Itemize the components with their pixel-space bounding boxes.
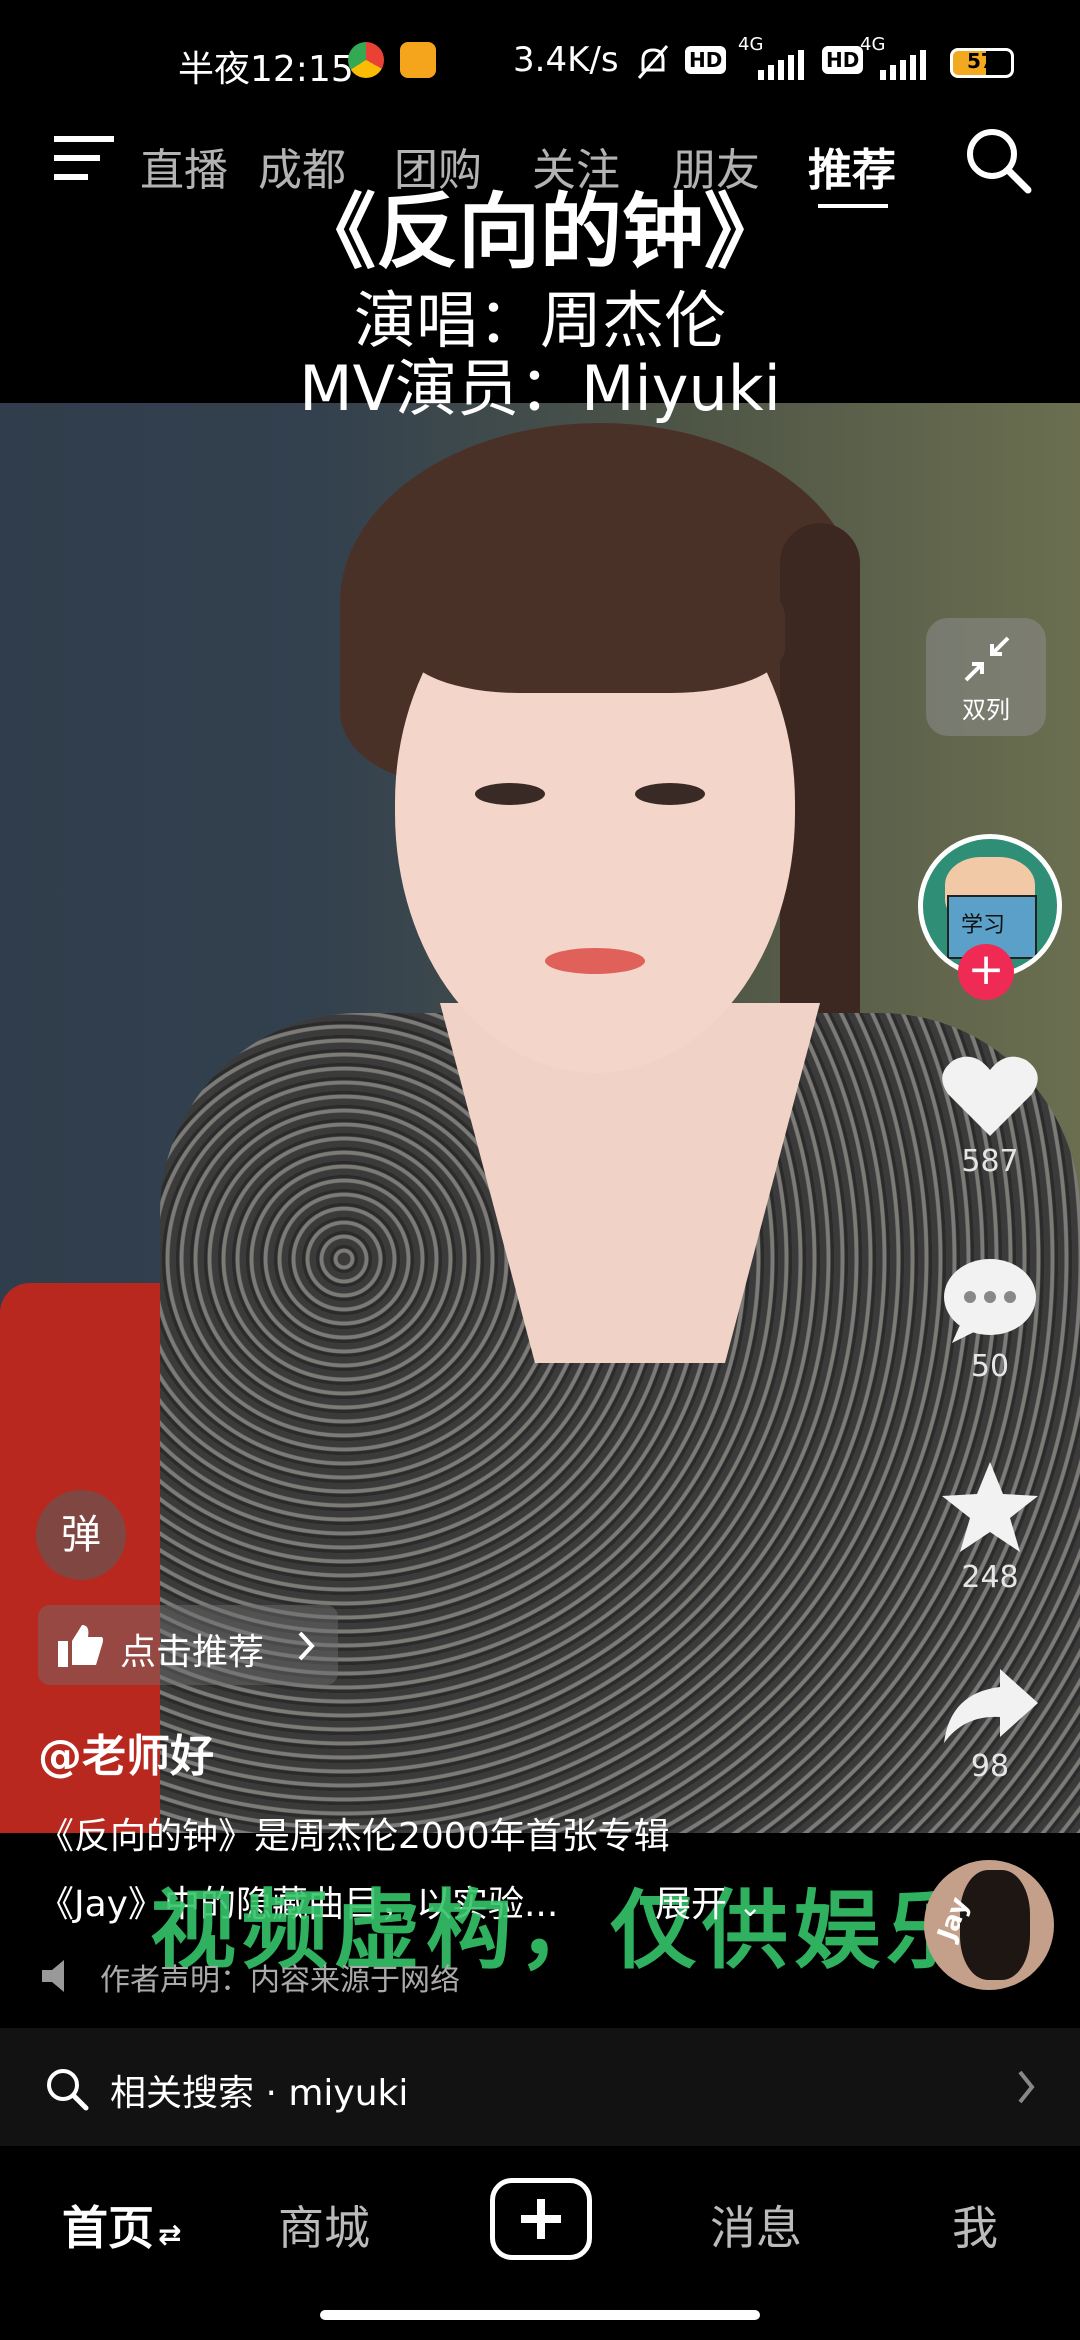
expand-label: 展开 (655, 1884, 728, 1925)
tab-home-label: 首页 (62, 2201, 154, 2255)
collapse-arrows-icon (964, 636, 1010, 682)
dual-column-button[interactable]: 双列 (926, 618, 1046, 736)
follow-button[interactable]: + (958, 944, 1014, 1000)
person-bangs (405, 543, 785, 693)
comment-button[interactable]: 50 (935, 1255, 1045, 1384)
chrome-icon (348, 42, 384, 78)
create-post-button[interactable] (490, 2178, 592, 2260)
person-lips (545, 948, 645, 974)
notes-app-icon (400, 42, 436, 78)
tab-friends[interactable]: 朋友 (672, 134, 760, 198)
music-disc[interactable]: Jay (924, 1860, 1054, 1990)
chevron-right-icon (298, 1631, 315, 1661)
tab-home[interactable]: 首页 ⇄ (62, 2192, 181, 2258)
speaker-icon (42, 1960, 64, 1992)
thumbs-up-icon (58, 1625, 103, 1667)
hd-badge: HD (685, 46, 727, 74)
person-right-eye (635, 783, 705, 805)
heart-icon (942, 1056, 1038, 1136)
person-face (395, 543, 795, 1073)
like-count: 587 (961, 1144, 1019, 1179)
dual-column-label: 双列 (962, 696, 1010, 724)
status-time: 半夜12:15 (178, 49, 354, 90)
recommend-label: 点击推荐 (120, 1632, 265, 1673)
tab-chengdu[interactable]: 成都 (258, 134, 346, 198)
mv-actor: MV演员：Miyuki (299, 352, 781, 425)
chevron-right-icon (1018, 2070, 1035, 2104)
top-nav: 直播 成都 团购 关注 朋友 推荐 (0, 120, 1080, 208)
related-search-label: 相关搜索 · miyuki (110, 2073, 409, 2114)
active-tab-indicator (818, 204, 888, 208)
mute-bell-icon (637, 45, 669, 79)
danmu-toggle[interactable]: 弹 (36, 1490, 126, 1580)
favorite-button[interactable]: 248 (935, 1460, 1045, 1595)
star-icon (942, 1462, 1038, 1552)
search-small-icon (47, 2069, 89, 2111)
recommend-button[interactable]: 点击推荐 (38, 1605, 338, 1685)
favorite-count: 248 (961, 1560, 1019, 1595)
description-line-1: 《反向的钟》是周杰伦2000年首张专辑 (38, 1816, 670, 1857)
refresh-arrows-icon: ⇄ (158, 2218, 182, 2251)
disc-portrait (960, 1870, 1030, 1980)
share-button[interactable]: 98 (935, 1665, 1045, 1784)
person-left-eye (475, 783, 545, 805)
battery-level: 57 (967, 49, 995, 73)
author-name[interactable]: @老师好 (38, 1720, 214, 1784)
tab-live[interactable]: 直播 (140, 134, 228, 198)
author-declaration[interactable]: 作者声明：内容来源于网络 (100, 1955, 460, 1999)
signal-bars-icon-2 (880, 50, 926, 80)
status-bar: 半夜12:15 3.4K/s HD 4G HD 4G 57 (0, 0, 1080, 90)
related-search-bar[interactable]: 相关搜索 · miyuki (0, 2028, 1080, 2146)
home-indicator[interactable] (320, 2310, 760, 2320)
share-arrow-icon (944, 1669, 1038, 1743)
tab-me[interactable]: 我 (952, 2192, 998, 2258)
network-speed: 3.4K/s (513, 40, 619, 80)
search-icon[interactable] (964, 126, 1034, 196)
comment-count: 50 (970, 1349, 1010, 1384)
hd-badge-2: HD (822, 46, 864, 74)
tab-messages[interactable]: 消息 (710, 2192, 802, 2258)
tab-recommend[interactable]: 推荐 (808, 134, 896, 198)
like-button[interactable]: 587 (935, 1050, 1045, 1179)
signal-bars-icon (758, 50, 804, 80)
tab-following[interactable]: 关注 (532, 134, 620, 198)
comment-icon (944, 1259, 1036, 1343)
chevron-down-icon: ⌄ (738, 1890, 762, 1923)
share-count: 98 (970, 1749, 1010, 1784)
tab-mall[interactable]: 商城 (278, 2192, 370, 2258)
expand-description-button[interactable]: 展开 ⌄ (655, 1875, 762, 1927)
plus-icon (521, 2199, 561, 2239)
avatar-book-text: 学习 (961, 913, 1006, 938)
tab-group-buy[interactable]: 团购 (394, 134, 482, 198)
battery-icon: 57 (950, 48, 1014, 78)
menu-icon[interactable] (54, 132, 114, 184)
